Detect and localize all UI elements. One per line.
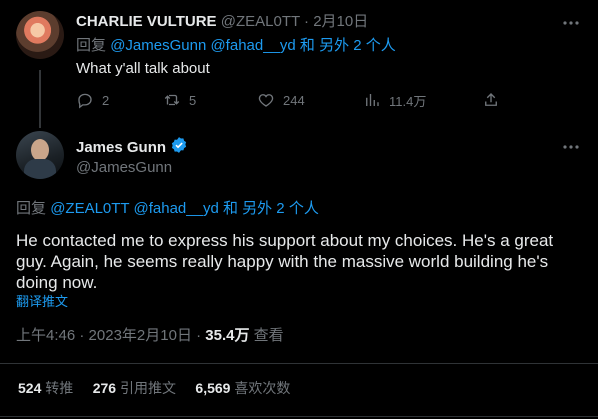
- author-handle[interactable]: @JamesGunn: [76, 158, 172, 178]
- share-icon: [485, 93, 497, 106]
- avatar[interactable]: [16, 131, 64, 179]
- retweets-label: 转推: [45, 380, 74, 396]
- tweet-date[interactable]: 2023年2月10日: [89, 327, 192, 344]
- divider: [0, 416, 598, 417]
- separator: ·: [304, 13, 310, 30]
- reply-button[interactable]: 2: [76, 90, 109, 110]
- quotes-stat[interactable]: 276 引用推文: [93, 380, 176, 396]
- tweet-text: He contacted me to express his support a…: [16, 231, 554, 292]
- retweets-count: 524: [18, 380, 42, 396]
- reply-count: 2: [102, 92, 110, 108]
- tweet-time[interactable]: 上午4:46: [16, 327, 75, 344]
- reply-others[interactable]: 和 另外 2 个人: [223, 200, 319, 217]
- likes-stat[interactable]: 6,569 喜欢次数: [195, 380, 290, 396]
- more-icon[interactable]: [561, 137, 581, 157]
- reply-mentions[interactable]: @JamesGunn @fahad__yd: [110, 37, 296, 54]
- reply-context: 回复 @JamesGunn @fahad__yd 和 另外 2 个人: [76, 36, 396, 56]
- translate-link[interactable]: 翻译推文: [16, 292, 68, 312]
- author-handle[interactable]: @ZEAL0TT: [221, 13, 300, 30]
- retweets-stat[interactable]: 524 转推: [18, 380, 73, 396]
- more-icon[interactable]: [561, 13, 581, 33]
- verified-badge-icon: [170, 136, 188, 160]
- tweet-date[interactable]: 2月10日: [313, 13, 368, 30]
- divider: [0, 363, 598, 364]
- avatar-shirt: [24, 159, 56, 179]
- tweet-meta: 上午4:46 · 2023年2月10日 · 35.4万 查看: [16, 326, 284, 346]
- author-name[interactable]: CHARLIE VULTURE: [76, 13, 217, 30]
- reply-tweet-header: CHARLIE VULTURE @ZEAL0TT · 2月10日: [76, 12, 368, 32]
- reply-prefix: 回复: [76, 37, 107, 54]
- avatar[interactable]: [16, 11, 64, 59]
- views-count: 11.4万: [389, 93, 427, 109]
- likes-count: 6,569: [195, 380, 231, 396]
- views-button[interactable]: 11.4万: [363, 90, 426, 110]
- main-tweet-header: James Gunn: [76, 136, 188, 160]
- retweet-button[interactable]: 5: [163, 90, 196, 110]
- separator: ·: [196, 327, 202, 344]
- engagement-stats: 524 转推 276 引用推文 6,569 喜欢次数: [18, 378, 290, 398]
- reply-mentions[interactable]: @ZEAL0TT @fahad__yd: [50, 200, 219, 217]
- quotes-label: 引用推文: [119, 380, 176, 396]
- likes-label: 喜欢次数: [234, 380, 291, 396]
- quotes-count: 276: [92, 380, 117, 396]
- views-label: 查看: [253, 327, 284, 344]
- retweet-count: 5: [189, 92, 197, 108]
- share-button[interactable]: [482, 90, 500, 110]
- reply-prefix: 回复: [16, 200, 47, 217]
- avatar-face: [31, 139, 49, 161]
- reply-others[interactable]: 和 另外 2 个人: [300, 37, 396, 54]
- like-icon: [258, 94, 274, 107]
- tweet-text: What y'all talk about: [76, 60, 210, 77]
- retweet-icon: [164, 94, 180, 106]
- thread-line: [39, 70, 41, 128]
- views-count: 35.4万: [205, 327, 250, 344]
- like-count: 244: [283, 92, 305, 108]
- author-name[interactable]: James Gunn: [76, 139, 166, 156]
- like-button[interactable]: 244: [257, 90, 305, 110]
- separator: ·: [79, 327, 85, 344]
- reply-context: 回复 @ZEAL0TT @fahad__yd 和 另外 2 个人: [16, 199, 319, 219]
- views-icon: [366, 94, 379, 106]
- reply-icon: [78, 93, 92, 109]
